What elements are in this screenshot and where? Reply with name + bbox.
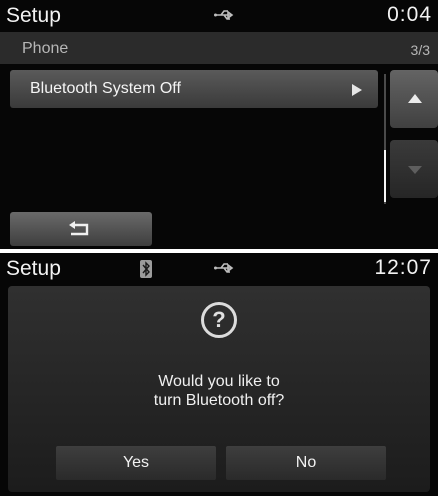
phone-setup-screen: Setup 0:04 Phone 3/3 Bluetooth System Of…	[0, 0, 438, 249]
list-item-bluetooth-system-off[interactable]: Bluetooth System Off	[10, 70, 378, 108]
list-item-label: Bluetooth System Off	[30, 80, 181, 97]
subheader: Phone 3/3	[0, 32, 438, 64]
chevron-right-icon	[352, 84, 362, 96]
back-button[interactable]	[10, 212, 152, 246]
dialog-message-line2: turn Bluetooth off?	[153, 392, 285, 409]
screen-title: Setup	[6, 4, 61, 27]
clock: 12:07	[374, 256, 432, 279]
question-icon: ?	[201, 302, 237, 338]
scroll-up-icon	[408, 94, 422, 103]
scroll-down-button[interactable]	[390, 140, 438, 198]
screen-title: Setup	[6, 257, 61, 280]
confirm-dialog: ? Would you like to turn Bluetooth off? …	[8, 286, 430, 492]
bluetooth-icon	[140, 260, 152, 278]
scroll-up-button[interactable]	[390, 70, 438, 128]
usb-icon	[214, 261, 236, 280]
no-button[interactable]: No	[226, 446, 386, 480]
usb-icon	[214, 8, 236, 27]
dialog-message: Would you like to turn Bluetooth off?	[8, 372, 430, 410]
category-label: Phone	[22, 40, 69, 57]
status-bar: Setup 0:04	[0, 0, 438, 32]
back-arrow-icon	[69, 221, 89, 236]
dialog-message-line1: Would you like to	[158, 373, 280, 390]
scroll-down-icon	[408, 166, 422, 174]
scrollbar-thumb[interactable]	[384, 150, 386, 202]
bluetooth-confirm-screen: Setup 12:07 ? Would you like to turn Blu…	[0, 253, 438, 496]
yes-button[interactable]: Yes	[56, 446, 216, 480]
clock: 0:04	[387, 3, 432, 26]
status-bar: Setup 12:07	[0, 253, 438, 285]
page-indicator: 3/3	[410, 42, 430, 58]
